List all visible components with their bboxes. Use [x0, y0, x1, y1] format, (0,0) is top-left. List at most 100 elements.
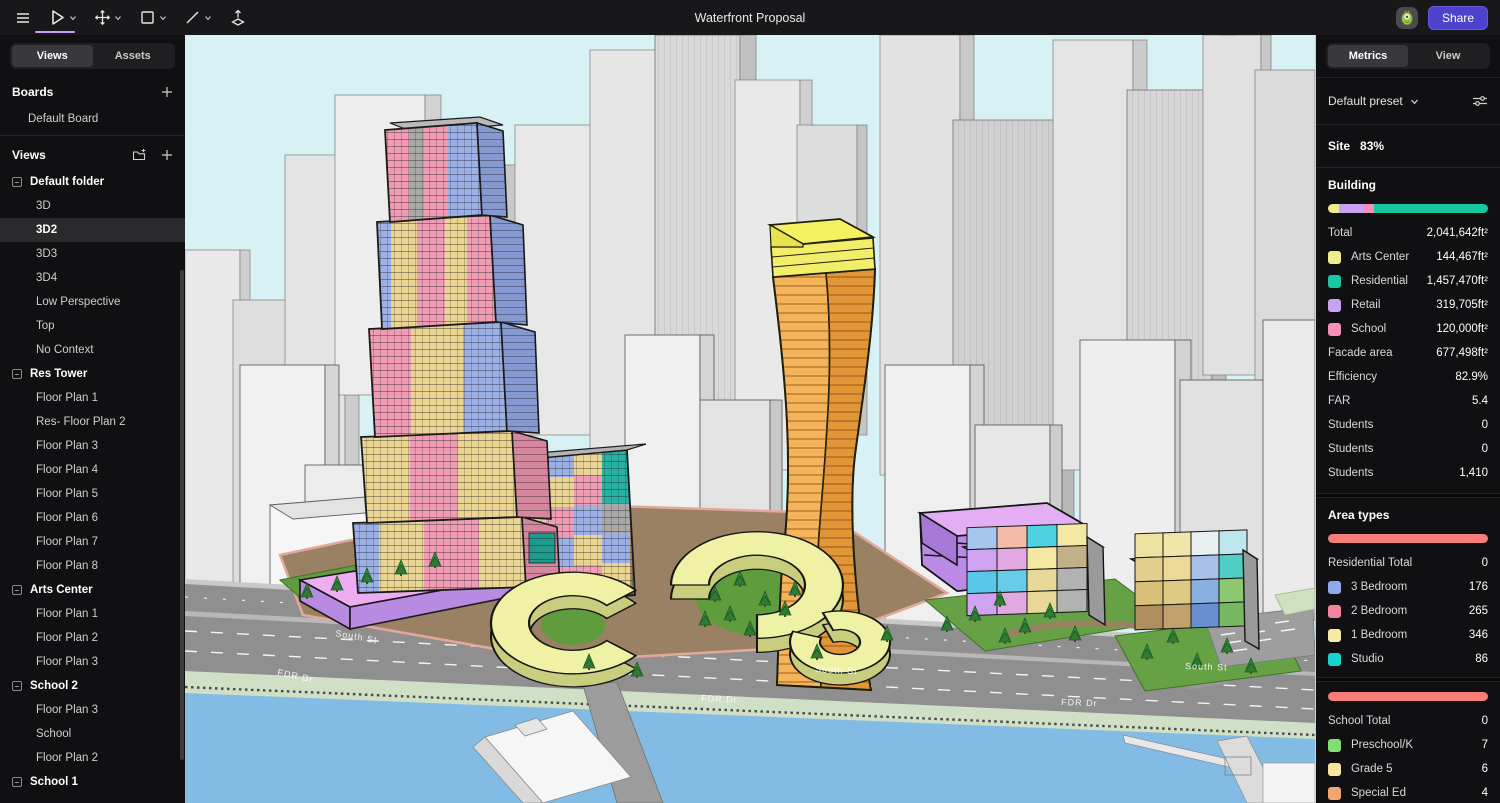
preset-label: Default preset [1328, 94, 1403, 108]
view-item[interactable]: Floor Plan 5 [0, 482, 185, 506]
extrude-tool-icon [228, 8, 248, 28]
residential-total-bar [1328, 534, 1488, 543]
site-metric: Site 83% [1316, 129, 1500, 163]
metric-row: Arts Center144,467ft² [1316, 245, 1500, 269]
folder-arts-center[interactable]: Arts Center [0, 578, 185, 602]
main-menu-button[interactable] [8, 5, 38, 31]
metric-row: Facade area677,498ft² [1316, 341, 1500, 365]
avatar[interactable] [1396, 7, 1418, 29]
color-swatch [1328, 299, 1341, 312]
share-button[interactable]: Share [1428, 6, 1488, 30]
view-item[interactable]: Top [0, 314, 185, 338]
collapse-icon[interactable] [12, 777, 22, 787]
color-swatch [1328, 581, 1341, 594]
view-item-selected[interactable]: 3D2 [0, 218, 185, 242]
metric-row: Grade 56 [1316, 757, 1500, 781]
color-swatch [1328, 739, 1341, 752]
right-tabs: Metrics View [1326, 43, 1490, 69]
add-board-icon[interactable] [161, 86, 173, 98]
metric-row: 1 Bedroom346 [1316, 623, 1500, 647]
hamburger-menu-icon [14, 9, 32, 27]
left-sidebar: Views Assets Boards Default Board Views … [0, 35, 185, 803]
view-item[interactable]: No Context [0, 338, 185, 362]
chevron-down-icon [69, 14, 77, 22]
metric-row: FAR5.4 [1316, 389, 1500, 413]
rectangle-tool-button[interactable] [132, 4, 173, 31]
views-header-label: Views [12, 148, 46, 162]
metric-row: Retail319,705ft² [1316, 293, 1500, 317]
area-types-section-header: Area types [1316, 502, 1500, 528]
view-item[interactable]: 3D4 [0, 266, 185, 290]
site-value: 83% [1360, 139, 1384, 153]
collapse-icon[interactable] [12, 369, 22, 379]
metric-row: Students1,410 [1316, 461, 1500, 485]
metric-row: Total2,041,642ft² [1316, 221, 1500, 245]
view-item[interactable]: Floor Plan 4 [0, 458, 185, 482]
metric-row: School120,000ft² [1316, 317, 1500, 341]
view-item[interactable]: Floor Plan 7 [0, 530, 185, 554]
folder-school-2[interactable]: School 2 [0, 674, 185, 698]
metric-row: Students0 [1316, 413, 1500, 437]
building-area-bar [1328, 204, 1488, 213]
right-sidebar: Metrics View Default preset Site 83% Bui… [1315, 35, 1500, 803]
monster-avatar-icon [1398, 9, 1416, 27]
color-swatch [1328, 323, 1341, 336]
line-tool-button[interactable] [177, 4, 218, 31]
road-label-south-st: South St [1185, 661, 1228, 672]
view-item[interactable]: Res- Floor Plan 2 [0, 410, 185, 434]
views-section-header: Views [0, 140, 185, 170]
bar-segment-retail [1339, 204, 1364, 213]
left-tabs: Views Assets [10, 43, 175, 69]
collapse-icon[interactable] [12, 585, 22, 595]
color-swatch [1328, 787, 1341, 800]
view-item[interactable]: Floor Plan 6 [0, 506, 185, 530]
view-item[interactable]: 3D3 [0, 242, 185, 266]
board-item[interactable]: Default Board [0, 107, 185, 131]
collapse-icon[interactable] [12, 681, 22, 691]
view-item[interactable]: Floor Plan 8 [0, 554, 185, 578]
folder-default-folder[interactable]: Default folder [0, 170, 185, 194]
color-swatch [1328, 629, 1341, 642]
view-item[interactable]: Floor Plan 3 [0, 650, 185, 674]
tab-views[interactable]: Views [12, 45, 93, 67]
view-item[interactable]: Floor Plan 2 [0, 746, 185, 770]
move-tool-button[interactable] [87, 4, 128, 31]
metric-row: 3 Bedroom176 [1316, 575, 1500, 599]
view-item[interactable]: Floor Plan 3 [0, 434, 185, 458]
view-item[interactable]: Floor Plan 2 [0, 626, 185, 650]
folder-school-1[interactable]: School 1 [0, 770, 185, 794]
school-total-bar [1328, 692, 1488, 701]
extrude-tool-button[interactable] [222, 4, 254, 32]
metric-row: Residential1,457,470ft² [1316, 269, 1500, 293]
chevron-down-icon [114, 14, 122, 22]
building-section-header: Building [1316, 172, 1500, 198]
folder-res-tower[interactable]: Res Tower [0, 362, 185, 386]
color-swatch [1328, 763, 1341, 776]
view-item[interactable]: 3D [0, 194, 185, 218]
view-item[interactable]: Floor Plan 3 [0, 698, 185, 722]
view-item[interactable]: Floor Plan 1 [0, 386, 185, 410]
viewport-3d-scene[interactable]: South St South St South St FDR Dr FDR Dr… [185, 35, 1315, 803]
app-window: Waterfront Proposal Share Views Assets B… [0, 0, 1500, 803]
view-item[interactable]: Low Perspective [0, 290, 185, 314]
new-folder-icon[interactable] [132, 149, 147, 162]
school-building-1 [963, 524, 1105, 625]
select-tool-icon [48, 8, 67, 27]
filter-settings-icon[interactable] [1472, 94, 1488, 108]
tab-assets[interactable]: Assets [93, 45, 174, 67]
tab-view[interactable]: View [1408, 45, 1488, 67]
color-swatch [1328, 653, 1341, 666]
tab-metrics[interactable]: Metrics [1328, 45, 1408, 67]
metric-row: Students0 [1316, 437, 1500, 461]
add-view-icon[interactable] [161, 149, 173, 161]
sidebar-scrollbar[interactable] [180, 270, 184, 760]
move-tool-icon [93, 8, 112, 27]
collapse-icon[interactable] [12, 177, 22, 187]
select-tool-button[interactable] [42, 4, 83, 31]
road-label-fdr-dr: FDR Dr [1061, 697, 1098, 708]
view-item[interactable]: Floor Plan 1 [0, 602, 185, 626]
metric-row: Efficiency82.9% [1316, 365, 1500, 389]
preset-dropdown[interactable]: Default preset [1316, 82, 1500, 120]
view-item[interactable]: School [0, 722, 185, 746]
line-tool-icon [183, 8, 202, 27]
